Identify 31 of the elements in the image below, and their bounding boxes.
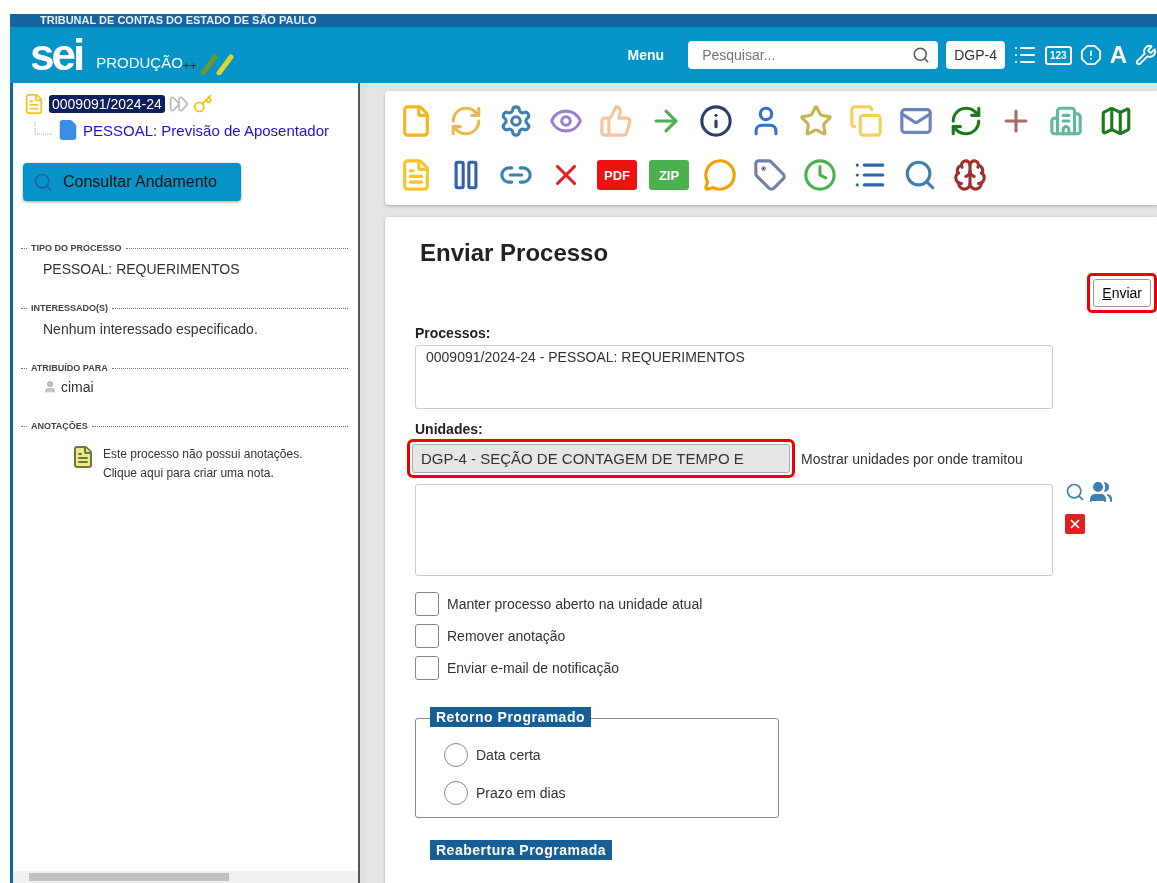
section-title: ANOTAÇÕES [21,421,348,431]
page-title: Enviar Processo [420,239,610,267]
field-label: Processos: [415,325,492,341]
processes-list[interactable]: 0009091/2024-24 - PESSOAL: REQUERIMENTOS [415,345,1053,409]
unit-button[interactable]: DGP-4 [946,41,1005,69]
create-note-link[interactable]: Este processo não possui anotações. Clique aqui para criar uma nota. [103,445,303,483]
panel-legend: Retorno Programado [430,707,591,727]
radio-label: Prazo em dias [476,785,566,801]
checkbox-label: Manter processo aberto na unidade atual [447,596,703,612]
show-units-link[interactable]: Mostrar unidades por onde tramitou [801,450,1023,467]
document-link[interactable]: PESSOAL: Previsão de Aposentador [83,121,329,139]
search-field[interactable]: Pesquisar... [688,41,939,69]
organization-title: TRIBUNAL DE CONTAS DO ESTADO DE SÃO PAULO [10,14,1157,27]
panel-legend: Reabertura Programada [430,840,612,860]
user-name: cimai [61,379,94,395]
section-title: TIPO DO PROCESSO [21,243,348,253]
file-format-button[interactable]: PDF [597,160,637,190]
consult-progress-button[interactable]: Consultar Andamento [23,163,241,201]
field-label: Unidades: [415,421,484,437]
unit-input[interactable]: DGP-4 - SEÇÃO DE CONTAGEM DE TEMPO E [412,444,790,473]
radio-label: Data certa [476,747,541,763]
section-title: ATRIBUÍDO PARA [21,363,348,373]
section-value: Nenhum interessado especificado. [43,321,259,337]
checkbox-label: Remover anotação [447,628,566,644]
checkbox-label: Enviar e-mail de notificação [447,660,619,676]
section-value: PESSOAL: REQUERIMENTOS [43,261,241,277]
send-button[interactable]: Enviar [1093,279,1151,307]
section-title: INTERESSADO(S) [21,303,348,313]
environment-label: PRODUÇÃO [96,53,183,71]
process-number-link[interactable]: 0009091/2024-24 [49,95,165,113]
environment-suffix: ++ [182,59,197,73]
